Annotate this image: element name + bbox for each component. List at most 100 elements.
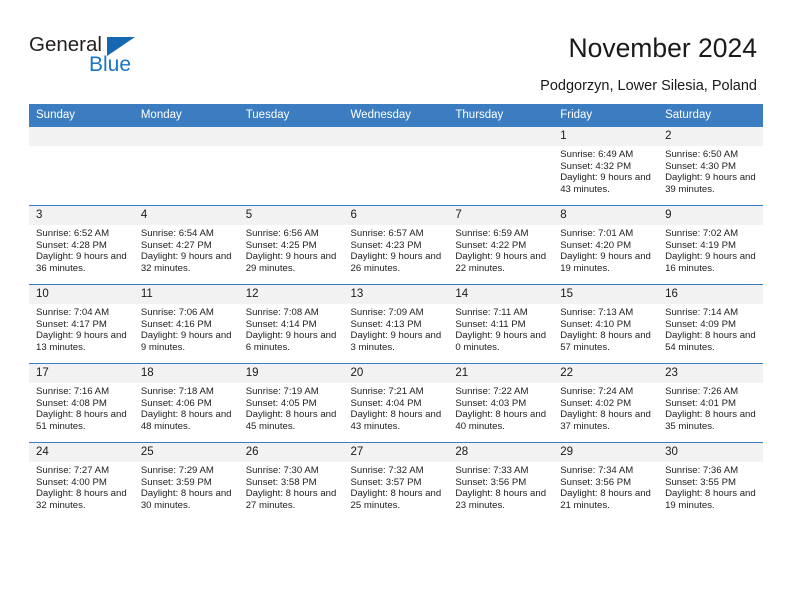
- day-cell-content: [29, 127, 134, 205]
- sunset-text: Sunset: 3:56 PM: [560, 476, 632, 488]
- day-cell-content: 27 Sunrise: 7:32 AM Sunset: 3:57 PM Dayligh…: [343, 443, 449, 521]
- calendar-day-cell[interactable]: 18 Sunrise: 7:18 AM Sunset: 4:06 PM Dayligh…: [133, 363, 239, 443]
- calendar-day-cell[interactable]: 9 Sunrise: 7:02 AM Sunset: 4:19 PM Daylight…: [658, 205, 763, 285]
- calendar-day-cell[interactable]: 16 Sunrise: 7:14 AM Sunset: 4:09 PM Dayligh…: [658, 284, 763, 364]
- daylight-text: Daylight: 8 hours and 23 minutes.: [455, 488, 547, 511]
- daylight-text: Daylight: 8 hours and 57 minutes.: [560, 330, 651, 353]
- calendar-day-cell[interactable]: 24 Sunrise: 7:27 AM Sunset: 4:00 PM Dayligh…: [29, 442, 134, 521]
- calendar-day-cell[interactable]: 12 Sunrise: 7:08 AM Sunset: 4:14 PM Dayligh…: [238, 284, 344, 364]
- sunrise-text: Sunrise: 7:32 AM: [350, 465, 424, 476]
- day-cell-content: 14 Sunrise: 7:11 AM Sunset: 4:11 PM Dayligh…: [448, 285, 554, 363]
- calendar-day-cell[interactable]: 13 Sunrise: 7:09 AM Sunset: 4:13 PM Dayligh…: [343, 284, 449, 364]
- calendar-day-cell[interactable]: 14 Sunrise: 7:11 AM Sunset: 4:11 PM Dayligh…: [448, 284, 554, 364]
- day-cell-content: 5 Sunrise: 6:56 AM Sunset: 4:25 PM Daylight…: [238, 206, 344, 284]
- calendar-day-cell[interactable]: 4 Sunrise: 6:54 AM Sunset: 4:27 PM Daylight…: [133, 205, 239, 285]
- calendar-day-cell[interactable]: 17 Sunrise: 7:16 AM Sunset: 4:08 PM Dayligh…: [29, 363, 134, 443]
- sunset-text: Sunset: 3:57 PM: [350, 476, 422, 488]
- calendar-day-cell[interactable]: 19 Sunrise: 7:19 AM Sunset: 4:05 PM Dayligh…: [238, 363, 344, 443]
- calendar-day-cell[interactable]: 21 Sunrise: 7:22 AM Sunset: 4:03 PM Dayligh…: [448, 363, 554, 443]
- day-number: 18: [133, 364, 239, 383]
- day-sun-info: Sunrise: 7:36 AM Sunset: 3:55 PM Daylight:…: [658, 462, 763, 511]
- sunrise-text: Sunrise: 7:36 AM: [665, 465, 739, 476]
- sunset-text: Sunset: 4:00 PM: [36, 476, 107, 488]
- day-sun-info: Sunrise: 7:06 AM Sunset: 4:16 PM Daylight:…: [134, 304, 239, 353]
- calendar-week-row: 24 Sunrise: 7:27 AM Sunset: 4:00 PM Dayligh…: [29, 442, 763, 521]
- calendar-day-cell[interactable]: 5 Sunrise: 6:56 AM Sunset: 4:25 PM Daylight…: [238, 205, 344, 285]
- sunrise-text: Sunrise: 6:49 AM: [560, 149, 634, 160]
- sunrise-text: Sunrise: 7:26 AM: [665, 386, 739, 397]
- calendar-day-cell[interactable]: 10 Sunrise: 7:04 AM Sunset: 4:17 PM Dayligh…: [29, 284, 134, 364]
- day-cell-content: 29 Sunrise: 7:34 AM Sunset: 3:56 PM Dayligh…: [553, 443, 659, 521]
- day-number: 8: [553, 206, 659, 225]
- calendar-day-cell[interactable]: 22 Sunrise: 7:24 AM Sunset: 4:02 PM Dayligh…: [553, 363, 659, 443]
- calendar-day-cell[interactable]: 26 Sunrise: 7:30 AM Sunset: 3:58 PM Dayligh…: [238, 442, 344, 521]
- sunrise-text: Sunrise: 6:56 AM: [245, 228, 319, 239]
- sunrise-text: Sunrise: 7:30 AM: [245, 465, 319, 476]
- day-cell-content: [448, 127, 554, 205]
- daylight-text: Daylight: 8 hours and 37 minutes.: [560, 409, 651, 432]
- calendar-day-cell[interactable]: 15 Sunrise: 7:13 AM Sunset: 4:10 PM Dayligh…: [553, 284, 659, 364]
- calendar-day-cell[interactable]: 8 Sunrise: 7:01 AM Sunset: 4:20 PM Daylight…: [553, 205, 659, 285]
- calendar-day-cell[interactable]: 3 Sunrise: 6:52 AM Sunset: 4:28 PM Daylight…: [29, 205, 134, 285]
- sunrise-text: Sunrise: 6:54 AM: [140, 228, 214, 239]
- calendar-day-cell[interactable]: 2 Sunrise: 6:50 AM Sunset: 4:30 PM Daylight…: [658, 126, 763, 206]
- calendar-day-cell-empty: [448, 126, 554, 206]
- day-cell-content: 26 Sunrise: 7:30 AM Sunset: 3:58 PM Dayligh…: [238, 443, 344, 521]
- day-number: 6: [343, 206, 449, 225]
- calendar-day-cell[interactable]: 25 Sunrise: 7:29 AM Sunset: 3:59 PM Dayligh…: [133, 442, 239, 521]
- calendar-day-cell-empty: [29, 126, 134, 206]
- day-cell-content: 15 Sunrise: 7:13 AM Sunset: 4:10 PM Dayligh…: [553, 285, 659, 363]
- calendar-day-cell[interactable]: 28 Sunrise: 7:33 AM Sunset: 3:56 PM Dayligh…: [448, 442, 554, 521]
- daylight-text: Daylight: 8 hours and 35 minutes.: [665, 409, 756, 432]
- daylight-text: Daylight: 9 hours and 43 minutes.: [560, 172, 651, 195]
- day-number: 10: [29, 285, 134, 304]
- sunset-text: Sunset: 4:30 PM: [665, 160, 736, 172]
- sunrise-text: Sunrise: 7:29 AM: [140, 465, 214, 476]
- daylight-text: Daylight: 9 hours and 16 minutes.: [665, 251, 756, 274]
- daylight-text: Daylight: 8 hours and 32 minutes.: [36, 488, 127, 511]
- sunrise-text: Sunrise: 7:19 AM: [245, 386, 319, 397]
- calendar-day-cell[interactable]: 23 Sunrise: 7:26 AM Sunset: 4:01 PM Dayligh…: [658, 363, 763, 443]
- day-number: 22: [553, 364, 659, 383]
- day-cell-content: 23 Sunrise: 7:26 AM Sunset: 4:01 PM Dayligh…: [658, 364, 763, 442]
- day-sun-info: Sunrise: 7:04 AM Sunset: 4:17 PM Daylight:…: [29, 304, 134, 353]
- day-cell-content: 13 Sunrise: 7:09 AM Sunset: 4:13 PM Dayligh…: [343, 285, 449, 363]
- calendar-day-cell[interactable]: 27 Sunrise: 7:32 AM Sunset: 3:57 PM Dayligh…: [343, 442, 449, 521]
- day-cell-content: [133, 127, 239, 205]
- day-sun-info: Sunrise: 7:32 AM Sunset: 3:57 PM Daylight:…: [344, 462, 449, 511]
- sunset-text: Sunset: 4:05 PM: [245, 397, 317, 409]
- day-sun-info: Sunrise: 6:57 AM Sunset: 4:23 PM Daylight:…: [344, 225, 449, 274]
- sunrise-text: Sunrise: 7:04 AM: [36, 307, 110, 318]
- day-number: 27: [343, 443, 449, 462]
- calendar-day-cell[interactable]: 29 Sunrise: 7:34 AM Sunset: 3:56 PM Dayligh…: [553, 442, 659, 521]
- day-sun-info: Sunrise: 7:27 AM Sunset: 4:00 PM Daylight:…: [29, 462, 134, 511]
- day-number: [133, 127, 239, 146]
- sunrise-text: Sunrise: 7:16 AM: [36, 386, 110, 397]
- calendar-day-cell[interactable]: 7 Sunrise: 6:59 AM Sunset: 4:22 PM Daylight…: [448, 205, 554, 285]
- general-blue-logo[interactable]: General Blue: [29, 33, 209, 83]
- sunset-text: Sunset: 4:23 PM: [350, 239, 422, 251]
- day-cell-content: 7 Sunrise: 6:59 AM Sunset: 4:22 PM Daylight…: [448, 206, 554, 284]
- daylight-text: Daylight: 9 hours and 3 minutes.: [350, 330, 442, 353]
- day-number: 28: [448, 443, 554, 462]
- sunrise-text: Sunrise: 7:33 AM: [455, 465, 529, 476]
- day-sun-info: Sunrise: 7:34 AM Sunset: 3:56 PM Daylight:…: [553, 462, 658, 511]
- daylight-text: Daylight: 8 hours and 19 minutes.: [665, 488, 756, 511]
- day-sun-info: Sunrise: 7:33 AM Sunset: 3:56 PM Daylight:…: [448, 462, 553, 511]
- day-cell-content: 10 Sunrise: 7:04 AM Sunset: 4:17 PM Dayligh…: [29, 285, 134, 363]
- day-number: 4: [133, 206, 239, 225]
- day-number: 19: [238, 364, 344, 383]
- calendar-day-cell[interactable]: 11 Sunrise: 7:06 AM Sunset: 4:16 PM Dayligh…: [133, 284, 239, 364]
- daylight-text: Daylight: 9 hours and 9 minutes.: [140, 330, 232, 353]
- day-number: 14: [448, 285, 554, 304]
- day-number: 7: [448, 206, 554, 225]
- day-sun-info: Sunrise: 7:22 AM Sunset: 4:03 PM Daylight:…: [448, 383, 553, 432]
- calendar-day-cell[interactable]: 1 Sunrise: 6:49 AM Sunset: 4:32 PM Daylight…: [553, 126, 659, 206]
- sunset-text: Sunset: 4:14 PM: [245, 318, 317, 330]
- daylight-text: Daylight: 9 hours and 36 minutes.: [36, 251, 127, 274]
- calendar-day-cell[interactable]: 6 Sunrise: 6:57 AM Sunset: 4:23 PM Daylight…: [343, 205, 449, 285]
- day-cell-content: 2 Sunrise: 6:50 AM Sunset: 4:30 PM Daylight…: [658, 127, 763, 205]
- calendar-day-cell[interactable]: 20 Sunrise: 7:21 AM Sunset: 4:04 PM Dayligh…: [343, 363, 449, 443]
- day-sun-info: Sunrise: 7:19 AM Sunset: 4:05 PM Daylight:…: [239, 383, 344, 432]
- calendar-day-cell[interactable]: 30 Sunrise: 7:36 AM Sunset: 3:55 PM Dayligh…: [658, 442, 763, 521]
